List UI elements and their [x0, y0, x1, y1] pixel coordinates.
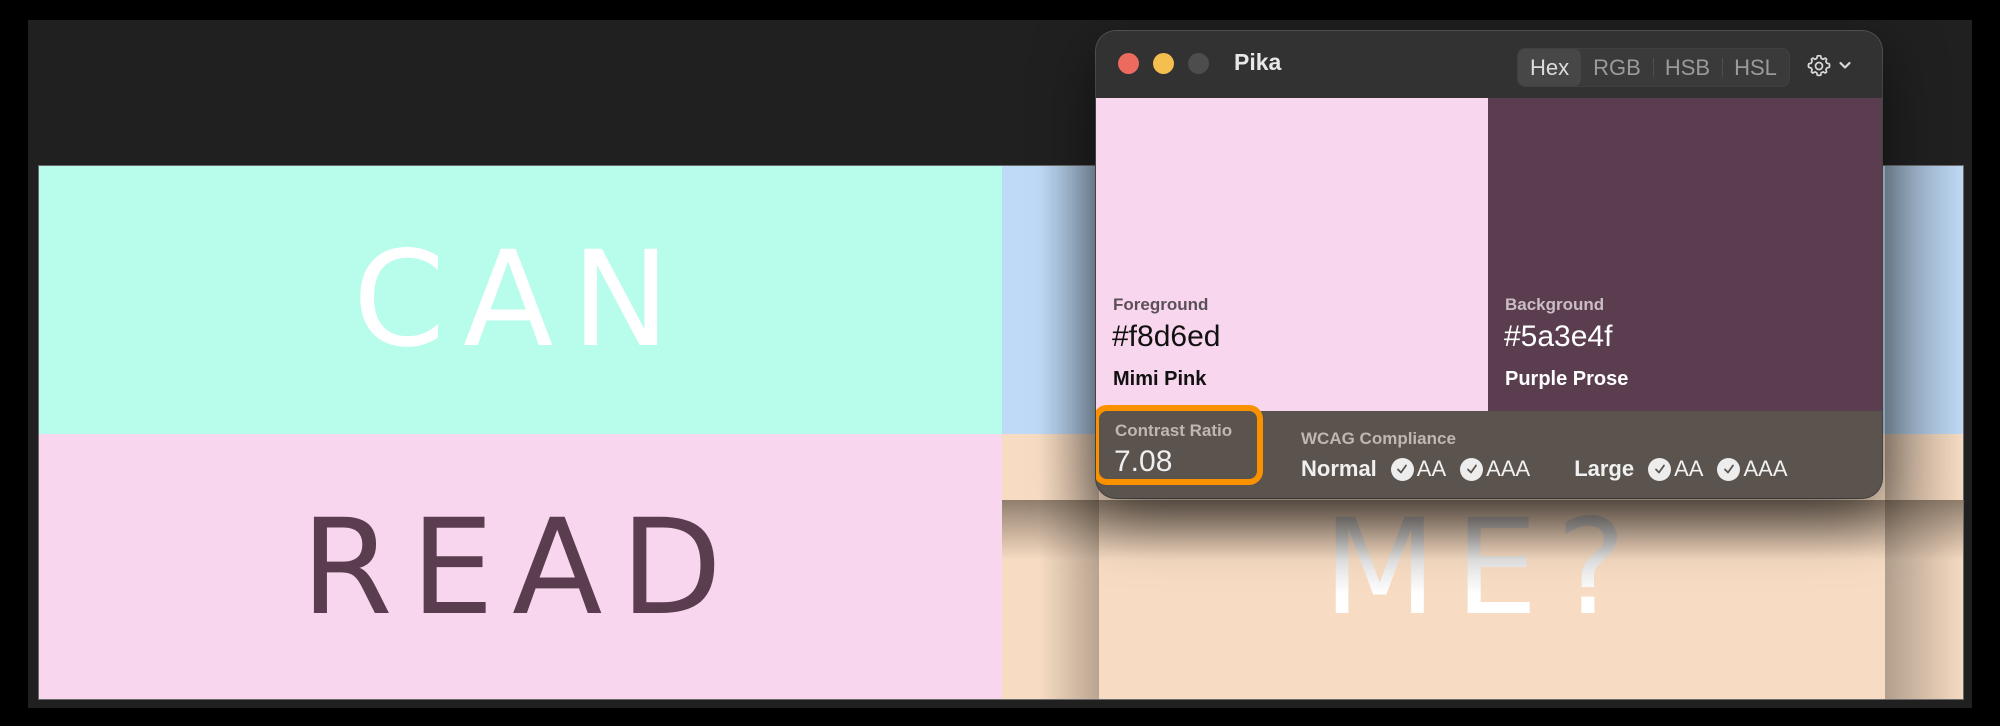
compliance-bar: Contrast Ratio 7.08 WCAG Compliance Norm… — [1096, 405, 1882, 498]
wcag-normal-aa: AA — [1390, 456, 1446, 482]
wcag-large-aa: AA — [1648, 456, 1703, 482]
zoom-button[interactable] — [1188, 53, 1209, 74]
wcag-large-label: Large — [1574, 456, 1635, 481]
quadrant-can: CAN — [39, 166, 1002, 434]
title-bar[interactable]: Pika Hex RGB HSB HSL — [1096, 31, 1882, 98]
close-button[interactable] — [1118, 53, 1139, 74]
word-read: READ — [300, 490, 741, 645]
wcag-normal-aaa: AAA — [1460, 456, 1530, 482]
background-label: Background — [1505, 295, 1605, 314]
tab-rgb[interactable]: RGB — [1581, 49, 1653, 86]
background-color-name: Purple Prose — [1505, 368, 1629, 390]
tab-hsl[interactable]: HSL — [1722, 49, 1789, 86]
minimize-button[interactable] — [1153, 53, 1174, 74]
checkmark-icon — [1717, 457, 1741, 481]
background-swatch[interactable]: Background #5a3e4f Purple Prose — [1488, 98, 1882, 411]
quadrant-read: READ — [39, 434, 1002, 699]
contrast-ratio-box: Contrast Ratio 7.08 — [1096, 405, 1263, 485]
color-format-selector: Hex RGB HSB HSL — [1517, 48, 1790, 87]
checkmark-icon — [1460, 457, 1484, 481]
foreground-color-name: Mimi Pink — [1113, 368, 1207, 390]
foreground-hex: #f8d6ed — [1112, 320, 1221, 353]
gear-icon[interactable] — [1806, 53, 1832, 79]
wcag-large-aaa: AAA — [1717, 456, 1788, 482]
word-can: CAN — [352, 223, 689, 377]
wcag-compliance-label: WCAG Compliance — [1301, 429, 1456, 448]
foreground-swatch[interactable]: Foreground #f8d6ed Mimi Pink — [1096, 98, 1488, 411]
wcag-normal-label: Normal — [1301, 456, 1377, 481]
foreground-label: Foreground — [1113, 295, 1209, 314]
app-title: Pika — [1234, 49, 1282, 75]
word-me: ME? — [1322, 490, 1645, 645]
pika-window: Pika Hex RGB HSB HSL Foreground #f8d6ed … — [1096, 31, 1882, 498]
chevron-down-icon[interactable] — [1838, 58, 1852, 72]
contrast-ratio-value: 7.08 — [1114, 445, 1173, 478]
tab-hex[interactable]: Hex — [1518, 49, 1582, 86]
checkmark-icon — [1648, 457, 1672, 481]
tab-hsb[interactable]: HSB — [1652, 49, 1722, 86]
wcag-results: Normal AA AAA Large AA AAA — [1301, 456, 1802, 482]
background-hex: #5a3e4f — [1504, 320, 1613, 353]
contrast-ratio-label: Contrast Ratio — [1115, 421, 1233, 440]
checkmark-icon — [1390, 457, 1414, 481]
